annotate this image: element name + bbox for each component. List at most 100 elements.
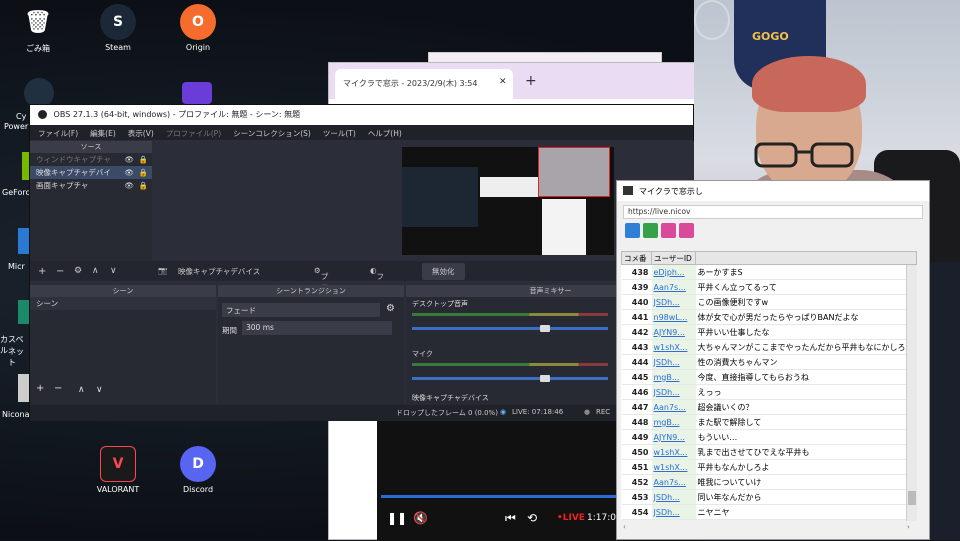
cv-action-button-4[interactable] [679,223,694,238]
user-id-link[interactable]: JSDh... [651,384,696,400]
source-item[interactable]: ウィンドウキャプチャ 👁 🔒 [30,153,152,166]
lock-icon[interactable]: 🔒 [139,179,148,192]
scroll-right-icon[interactable]: › [907,523,910,531]
menu-tools[interactable]: ツール(T) [323,128,356,138]
obs-window[interactable]: OBS 27.1.3 (64-bit, windows) - プロファイル: 無… [29,104,695,421]
mute-icon[interactable]: 🔇 [413,511,428,525]
comment-row[interactable]: 438 eDjph... あーかすまS [621,264,917,280]
eye-icon[interactable]: 👁 [124,166,134,179]
menu-profile[interactable]: プロファイル(P) [166,128,221,138]
user-id-link[interactable]: JSDh... [651,294,696,310]
mic-knob[interactable] [540,375,550,382]
comment-row[interactable]: 445 mgB... 今度、直接指導してもらおうね [621,369,917,385]
cv-action-button-3[interactable] [661,223,676,238]
remove-scene-icon[interactable]: − [54,383,62,394]
new-tab-button[interactable]: + [525,73,537,89]
user-id-link[interactable]: eDjph... [651,264,696,280]
obs-titlebar: OBS 27.1.3 (64-bit, windows) - プロファイル: 無… [30,105,693,125]
col-comment-no[interactable]: コメ番 [621,251,652,265]
user-id-link[interactable]: JSDh... [651,504,696,520]
pause-icon[interactable]: ❚❚ [387,511,407,525]
scroll-left-icon[interactable]: ‹ [623,523,626,531]
user-id-link[interactable]: AJYN9... [651,429,696,445]
source-item[interactable]: 画面キャプチャ 👁 🔒 [30,179,152,192]
comment-viewer-window[interactable]: マイクラで窓示し https://live.nicov コメ番 ユーザーID 4… [616,180,930,540]
scene-down-icon[interactable]: ∨ [96,385,103,395]
player-progress-bar[interactable] [381,495,617,498]
user-id-link[interactable]: Aan7s... [651,399,696,415]
duration-input[interactable]: 300 ms [242,321,392,335]
scene-up-icon[interactable]: ∧ [78,385,85,395]
comment-row[interactable]: 440 JSDh... この画像便利ですw [621,294,917,310]
comment-row[interactable]: 448 mgB... また駅で解除して [621,414,917,430]
comment-row[interactable]: 439 Aan7s... 平井くん立ってるって [621,279,917,295]
user-id-link[interactable]: n98wL... [651,309,696,325]
user-id-link[interactable]: mgB... [651,414,696,430]
comment-row[interactable]: 443 w1shX... 大ちゃんマンがここまでやったんだから平井もなにかしろよ [621,339,917,355]
comment-row[interactable]: 453 JSDh... 同い年なんだから [621,489,917,505]
menu-file[interactable]: ファイル(F) [38,128,78,138]
transition-gear-icon[interactable]: ⚙ [386,303,395,314]
partial-app-icon[interactable] [182,82,212,104]
menu-edit[interactable]: 編集(E) [90,128,116,138]
comment-row[interactable]: 446 JSDh... えっっ [621,384,917,400]
col-message[interactable] [695,251,917,265]
scene-item[interactable]: シーン [30,297,216,310]
move-up-icon[interactable]: ∧ [92,266,99,276]
mic-slider[interactable] [412,377,608,380]
eye-icon[interactable]: 👁 [124,153,134,166]
deactivate-button[interactable]: 無効化 [422,263,465,280]
close-tab-icon[interactable]: ✕ [499,77,507,87]
user-id-link[interactable]: JSDh... [651,354,696,370]
comment-row[interactable]: 447 Aan7s... 超会議いくの？ [621,399,917,415]
user-id-link[interactable]: AJYN9... [651,324,696,340]
obs-preview[interactable] [154,141,694,261]
origin-shortcut[interactable]: O Origin [166,4,230,52]
comment-row[interactable]: 451 w1shX... 平井もなんかしろよ [621,459,917,475]
discord-shortcut[interactable]: D Discord [166,446,230,494]
recycle-bin-shortcut[interactable]: 🗑 ごみ箱 [6,4,70,54]
replay-icon[interactable]: ⟲ [527,511,537,525]
lock-icon[interactable]: 🔒 [139,166,148,179]
user-id-link[interactable]: Aan7s... [651,474,696,490]
cv-scroll-thumb[interactable] [908,491,916,505]
filters-button[interactable]: ◐ フィルタ [370,266,384,314]
remove-icon[interactable]: − [56,266,64,277]
user-id-link[interactable]: w1shX... [651,444,696,460]
move-down-icon[interactable]: ∨ [110,266,117,276]
transition-select[interactable]: フェード [222,303,380,317]
menu-view[interactable]: 表示(V) [128,128,154,138]
properties-button[interactable]: ⚙ プロパティ [314,266,328,325]
gear-icon[interactable]: ⚙ [74,266,82,276]
add-scene-icon[interactable]: + [36,383,44,394]
comment-row[interactable]: 444 JSDh... 性の消費大ちゃんマン [621,354,917,370]
skip-back-icon[interactable]: ⏮ [505,511,516,526]
desktop-audio-slider[interactable] [412,327,608,330]
cv-action-button-2[interactable] [643,223,658,238]
lock-icon[interactable]: 🔒 [139,153,148,166]
source-item-selected[interactable]: 映像キャプチャデバイ 👁 🔒 [30,166,152,179]
eye-icon[interactable]: 👁 [124,179,134,192]
comment-row[interactable]: 452 Aan7s... 唯我についていけ [621,474,917,490]
user-id-link[interactable]: w1shX... [651,339,696,355]
browser-tab[interactable]: マイクラで窓示 - 2023/2/9(木) 3:54 [335,69,513,99]
comment-row[interactable]: 454 JSDh... ニヤニヤ [621,504,917,520]
menu-scene-collection[interactable]: シーンコレクション(S) [233,128,311,138]
cv-url-field[interactable]: https://live.nicov [623,205,923,219]
add-icon[interactable]: + [38,266,46,277]
cv-action-button-1[interactable] [625,223,640,238]
desktop-audio-knob[interactable] [540,325,550,332]
comment-row[interactable]: 449 AJYN9... もういい… [621,429,917,445]
comment-row[interactable]: 450 w1shX... 乳まで出させてひでえな平井も [621,444,917,460]
menu-help[interactable]: ヘルプ(H) [368,128,402,138]
user-id-link[interactable]: w1shX... [651,459,696,475]
user-id-link[interactable]: JSDh... [651,489,696,505]
user-id-link[interactable]: mgB... [651,369,696,385]
steam-shortcut[interactable]: S Steam [86,4,150,52]
col-user-id[interactable]: ユーザーID [651,251,696,265]
valorant-shortcut[interactable]: V VALORANT [86,446,150,494]
cv-scrollbar[interactable] [906,265,917,521]
comment-row[interactable]: 441 n98wL... 体が女で心が男だったらやっぱりBANだよな [621,309,917,325]
comment-row[interactable]: 442 AJYN9... 平井いい仕事したな [621,324,917,340]
user-id-link[interactable]: Aan7s... [651,279,696,295]
